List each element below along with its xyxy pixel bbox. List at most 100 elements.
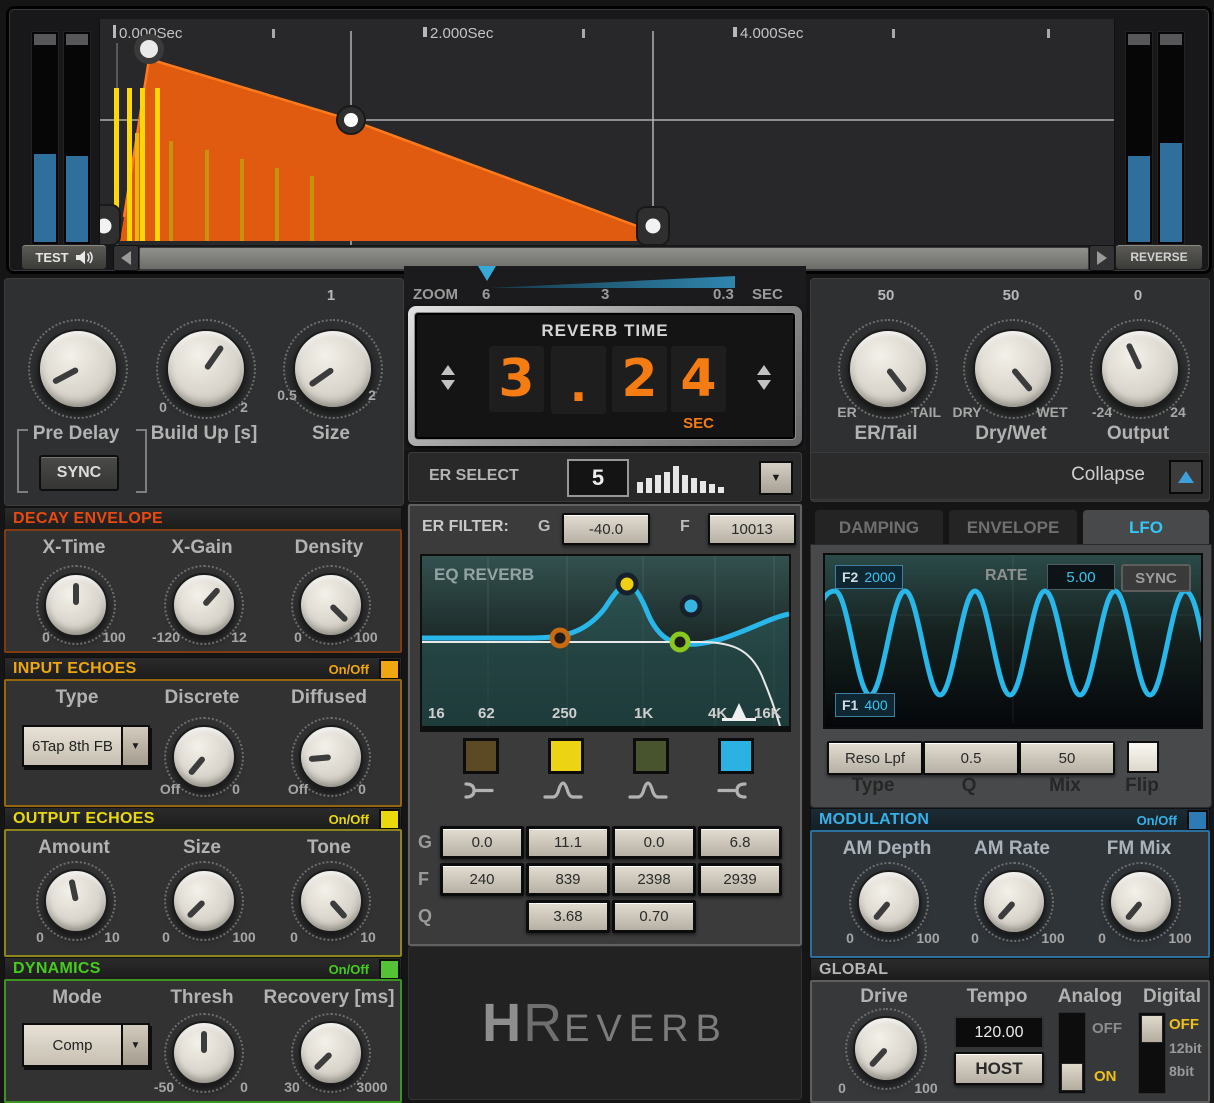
tab-damping[interactable]: DAMPING bbox=[814, 509, 944, 545]
er-filter-freq-value[interactable]: 10013 bbox=[708, 513, 796, 545]
dry-wet-knob[interactable] bbox=[963, 319, 1063, 419]
eq-reverb-graph[interactable]: EQ REVERB 16 62 250 1K 4K 16K bbox=[420, 554, 791, 732]
reverb-envelope-graph[interactable]: 0.000Sec 2.000Sec 4.000Sec bbox=[85, 19, 1115, 246]
tail-end-handle[interactable] bbox=[636, 206, 670, 246]
pre-delay-knob[interactable] bbox=[28, 319, 128, 419]
reverb-time-digit-2[interactable]: 2 bbox=[612, 346, 667, 412]
digital-toggle-handle[interactable] bbox=[1141, 1015, 1163, 1043]
size-knob[interactable] bbox=[283, 319, 383, 419]
lfo-sync-button[interactable]: SYNC bbox=[1121, 564, 1191, 592]
eq-g2-value[interactable]: 11.1 bbox=[526, 826, 610, 859]
scroll-left-button[interactable] bbox=[113, 245, 139, 271]
input-echoes-onoff-toggle[interactable] bbox=[379, 659, 400, 680]
output-echoes-onoff-toggle[interactable] bbox=[379, 809, 400, 830]
reverb-time-stepper-right[interactable] bbox=[757, 365, 771, 390]
eq-band1-handle[interactable] bbox=[549, 627, 571, 649]
fm-mix-knob[interactable] bbox=[1101, 862, 1181, 942]
x-time-knob[interactable] bbox=[36, 565, 116, 645]
thresh-knob[interactable] bbox=[164, 1013, 244, 1093]
diffused-knob[interactable] bbox=[291, 717, 371, 797]
zoom-slider-handle[interactable] bbox=[478, 266, 496, 281]
eq-freq-62: 62 bbox=[478, 705, 495, 722]
reverb-time-digit-1[interactable]: 3 bbox=[489, 346, 544, 412]
discrete-label: Discrete bbox=[164, 687, 240, 708]
dry-wet-min: DRY bbox=[952, 404, 982, 420]
host-button[interactable]: HOST bbox=[954, 1052, 1044, 1085]
lfo-f2-badge[interactable]: F2 2000 bbox=[835, 565, 903, 589]
eq-f2-value[interactable]: 839 bbox=[526, 863, 610, 896]
eq-band3-handle[interactable] bbox=[669, 631, 691, 653]
am-rate-knob[interactable] bbox=[974, 862, 1054, 942]
pre-delay-handle[interactable] bbox=[85, 204, 121, 246]
digital-toggle[interactable] bbox=[1138, 1012, 1166, 1094]
input-type-dropdown[interactable]: 6Tap 8th FB ▼ bbox=[22, 725, 150, 767]
eq-band4-select-button[interactable] bbox=[718, 738, 754, 774]
er-tail-knob[interactable] bbox=[838, 319, 938, 419]
lfo-q-label: Q bbox=[961, 775, 977, 796]
modulation-onoff-toggle[interactable] bbox=[1187, 810, 1208, 831]
logo-panel: HREVERB bbox=[408, 946, 802, 1100]
eq-g1-value[interactable]: 0.0 bbox=[440, 826, 524, 859]
eq-band2-select-button[interactable] bbox=[548, 738, 584, 774]
amount-knob[interactable] bbox=[36, 861, 116, 941]
analog-toggle-handle[interactable] bbox=[1061, 1063, 1083, 1091]
eq-row-f-label: F bbox=[418, 869, 429, 889]
analog-toggle[interactable] bbox=[1058, 1012, 1086, 1094]
density-knob[interactable] bbox=[291, 565, 371, 645]
eq-band3-select-button[interactable] bbox=[633, 738, 669, 774]
tempo-display[interactable]: 120.00 bbox=[954, 1016, 1044, 1049]
build-up-knob[interactable] bbox=[156, 319, 256, 419]
eq-g3-value[interactable]: 0.0 bbox=[612, 826, 696, 859]
am-depth-knob[interactable] bbox=[849, 862, 929, 942]
eq-q2-value[interactable]: 3.68 bbox=[526, 900, 610, 933]
er-select-value[interactable]: 5 bbox=[567, 459, 629, 497]
dynamics-onoff-toggle[interactable] bbox=[379, 959, 400, 980]
discrete-max: 0 bbox=[232, 781, 240, 797]
lfo-rate-value[interactable]: 5.00 bbox=[1047, 564, 1115, 590]
decay-mid-handle[interactable] bbox=[336, 105, 366, 135]
discrete-knob[interactable] bbox=[164, 717, 244, 797]
lfo-flip-toggle[interactable] bbox=[1127, 741, 1159, 773]
diffused-label: Diffused bbox=[291, 687, 367, 708]
lfo-mix-value[interactable]: 50 bbox=[1019, 741, 1115, 775]
x-gain-knob[interactable] bbox=[164, 565, 244, 645]
tone-knob[interactable] bbox=[291, 861, 371, 941]
lfo-wave-display[interactable]: F2 2000 RATE 5.00 SYNC F1 400 bbox=[814, 553, 1206, 729]
peak-handle[interactable] bbox=[134, 34, 164, 64]
dynamics-mode-dropdown[interactable]: Comp ▼ bbox=[22, 1023, 150, 1067]
er-filter-gain-value[interactable]: -40.0 bbox=[562, 513, 650, 545]
tab-envelope[interactable]: ENVELOPE bbox=[948, 509, 1078, 545]
drive-knob[interactable] bbox=[845, 1008, 927, 1090]
global-section: Drive Tempo Analog Digital 0 100 120.00 … bbox=[810, 980, 1210, 1103]
lfo-f1-badge[interactable]: F1 400 bbox=[835, 693, 895, 717]
f2-label: F2 bbox=[842, 569, 859, 585]
tab-lfo[interactable]: LFO bbox=[1082, 509, 1210, 545]
eq-g4-value[interactable]: 6.8 bbox=[698, 826, 782, 859]
analog-on-label: ON bbox=[1094, 1068, 1117, 1085]
eq-f4-value[interactable]: 2939 bbox=[698, 863, 782, 896]
reverb-time-stepper-left[interactable] bbox=[441, 365, 455, 390]
am-depth-max: 100 bbox=[916, 930, 940, 946]
eq-f3-value[interactable]: 2398 bbox=[612, 863, 696, 896]
scroll-right-button[interactable] bbox=[1089, 245, 1115, 271]
lfo-q-value[interactable]: 0.5 bbox=[923, 741, 1019, 775]
eq-band1-select-button[interactable] bbox=[463, 738, 499, 774]
input-level-meter-right bbox=[63, 31, 91, 245]
eq-q3-value[interactable]: 0.70 bbox=[612, 900, 696, 933]
test-button[interactable]: TEST bbox=[21, 244, 107, 270]
eq-band2-handle[interactable] bbox=[615, 572, 639, 596]
reverse-label: REVERSE bbox=[1130, 250, 1188, 264]
decay-envelope-shape bbox=[120, 59, 653, 241]
eq-f1-value[interactable]: 240 bbox=[440, 863, 524, 896]
pre-delay-sync-button[interactable]: SYNC bbox=[39, 455, 119, 491]
out-size-knob[interactable] bbox=[164, 861, 244, 941]
recovery-knob[interactable] bbox=[291, 1013, 371, 1093]
collapse-button[interactable] bbox=[1169, 460, 1203, 494]
er-select-dropdown-button[interactable]: ▼ bbox=[759, 461, 793, 495]
reverb-time-digit-3[interactable]: 4 bbox=[671, 346, 726, 412]
eq-band4-handle[interactable] bbox=[679, 594, 703, 618]
lfo-filter-type-button[interactable]: Reso Lpf bbox=[827, 741, 923, 775]
reverse-button[interactable]: REVERSE bbox=[1115, 244, 1203, 270]
output-knob[interactable] bbox=[1090, 319, 1190, 419]
er-filter-eq-panel: ER FILTER: G -40.0 F 10013 EQ REVERB 16 … bbox=[407, 503, 803, 947]
